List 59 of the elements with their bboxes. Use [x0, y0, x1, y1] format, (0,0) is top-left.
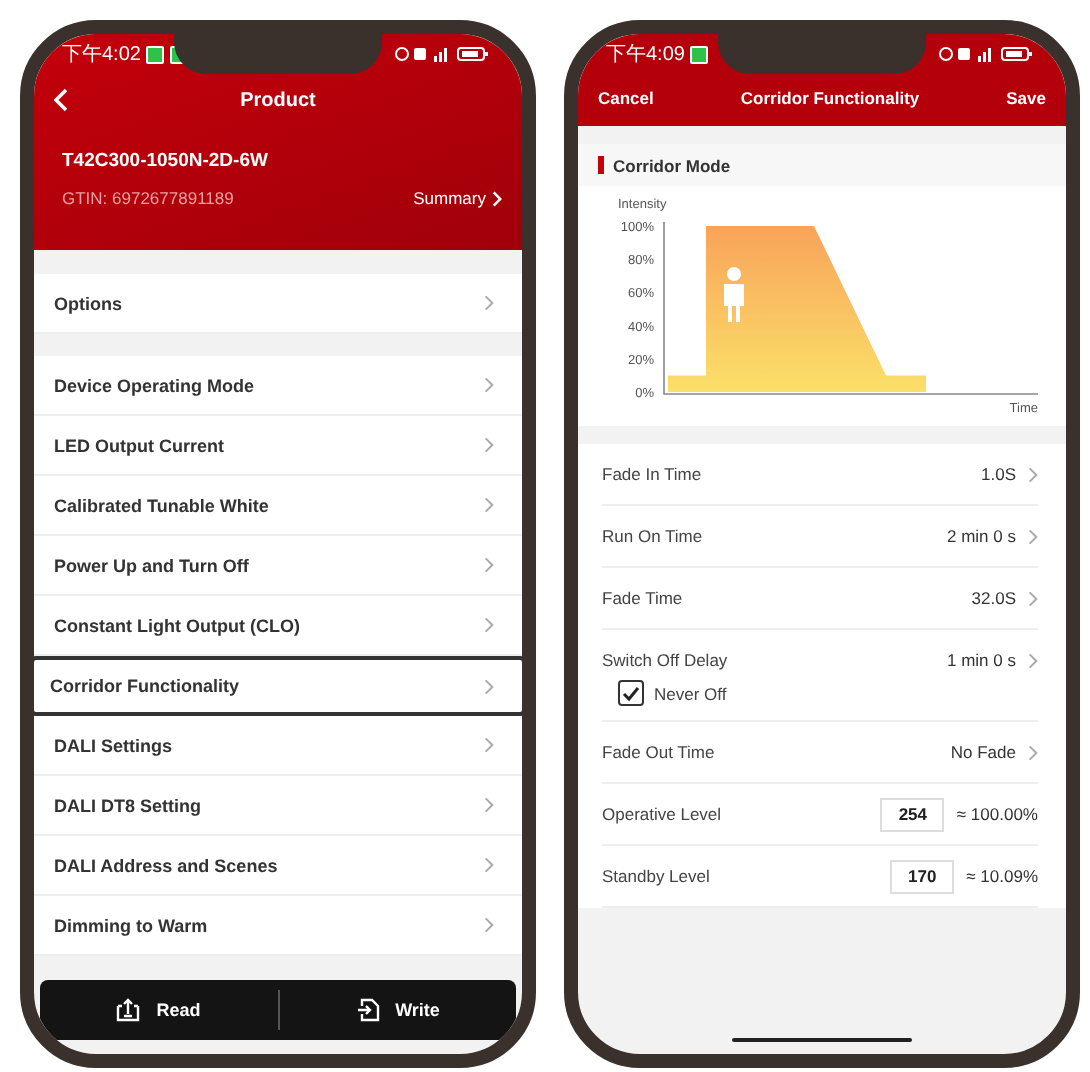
- checkbox[interactable]: [618, 680, 644, 706]
- chevron-right-icon: [484, 796, 494, 814]
- setting-label: Fade In Time: [602, 464, 702, 484]
- upload-tray-icon: [116, 998, 141, 1022]
- percent-reading: ≈ 100.00%: [956, 804, 1038, 824]
- chevron-right-icon: [1028, 743, 1038, 761]
- status-icons-drawing: [394, 46, 490, 62]
- setting-value[interactable]: 2 min 0 s: [947, 526, 1016, 546]
- menu-item[interactable]: Options: [34, 274, 522, 334]
- setting-label: Standby Level: [602, 866, 710, 886]
- menu-item[interactable]: Constant Light Output (CLO): [34, 596, 522, 656]
- chevron-right-icon: [484, 616, 494, 634]
- import-document-icon: [355, 998, 380, 1022]
- product-name: T42C300-1050N-2D-6W: [62, 150, 270, 172]
- chevron-right-icon: [1028, 465, 1038, 483]
- level-input-field[interactable]: 170: [890, 859, 955, 893]
- setting-value[interactable]: No Fade: [950, 742, 1016, 762]
- read-button[interactable]: Read: [40, 988, 277, 1032]
- back-icon[interactable]: [54, 88, 68, 112]
- screen-title: Corridor Functionality: [740, 88, 920, 108]
- chevron-right-icon: [484, 376, 494, 394]
- setting-value[interactable]: 1 min 0 s: [947, 650, 1016, 670]
- setting-label: Fade Time: [602, 588, 683, 608]
- summary-link[interactable]: Summary: [413, 188, 502, 208]
- chevron-right-icon: [1028, 651, 1038, 669]
- section-title: Corridor Mode: [613, 155, 731, 175]
- section-marker: [598, 156, 603, 174]
- checkbox-label: Never Off: [654, 683, 727, 703]
- status-time: 下午4:09: [606, 42, 685, 68]
- chevron-right-icon: [484, 856, 494, 874]
- chevron-right-icon: [484, 496, 494, 514]
- setting-label: Fade Out Time: [602, 742, 715, 762]
- write-button[interactable]: Write: [279, 988, 516, 1032]
- chevron-right-icon: [1028, 527, 1038, 545]
- status-icons-drawing: [938, 46, 1034, 62]
- figure-icon: [724, 267, 744, 322]
- cancel-button[interactable]: Cancel: [598, 88, 654, 108]
- save-button[interactable]: Save: [1006, 88, 1046, 108]
- chevron-right-icon: [484, 436, 494, 454]
- gtin-text: GTIN: 6972677891189: [62, 188, 234, 208]
- home-indicator[interactable]: [732, 1037, 912, 1042]
- setting-label: Run On Time: [602, 526, 703, 546]
- screen-title: Product: [240, 89, 316, 111]
- level-input-field[interactable]: 254: [880, 797, 945, 831]
- setting-value[interactable]: 1.0S: [981, 464, 1016, 484]
- chevron-right-icon: [1028, 589, 1038, 607]
- setting-label: Operative Level: [602, 804, 722, 824]
- app-notification-icon: [690, 45, 709, 63]
- chevron-right-icon: [484, 677, 494, 695]
- menu-item[interactable]: Dimming to Warm: [34, 896, 522, 956]
- setting-value[interactable]: 32.0S: [971, 588, 1016, 608]
- chevron-right-icon: [484, 556, 494, 574]
- chevron-right-icon: [484, 916, 494, 934]
- chevron-right-icon: [492, 189, 502, 207]
- chevron-right-icon: [484, 736, 494, 754]
- status-time: 下午4:02: [62, 42, 141, 68]
- chevron-right-icon: [484, 294, 494, 312]
- setting-label: Switch Off Delay: [602, 650, 728, 670]
- percent-reading: ≈ 10.09%: [966, 866, 1038, 886]
